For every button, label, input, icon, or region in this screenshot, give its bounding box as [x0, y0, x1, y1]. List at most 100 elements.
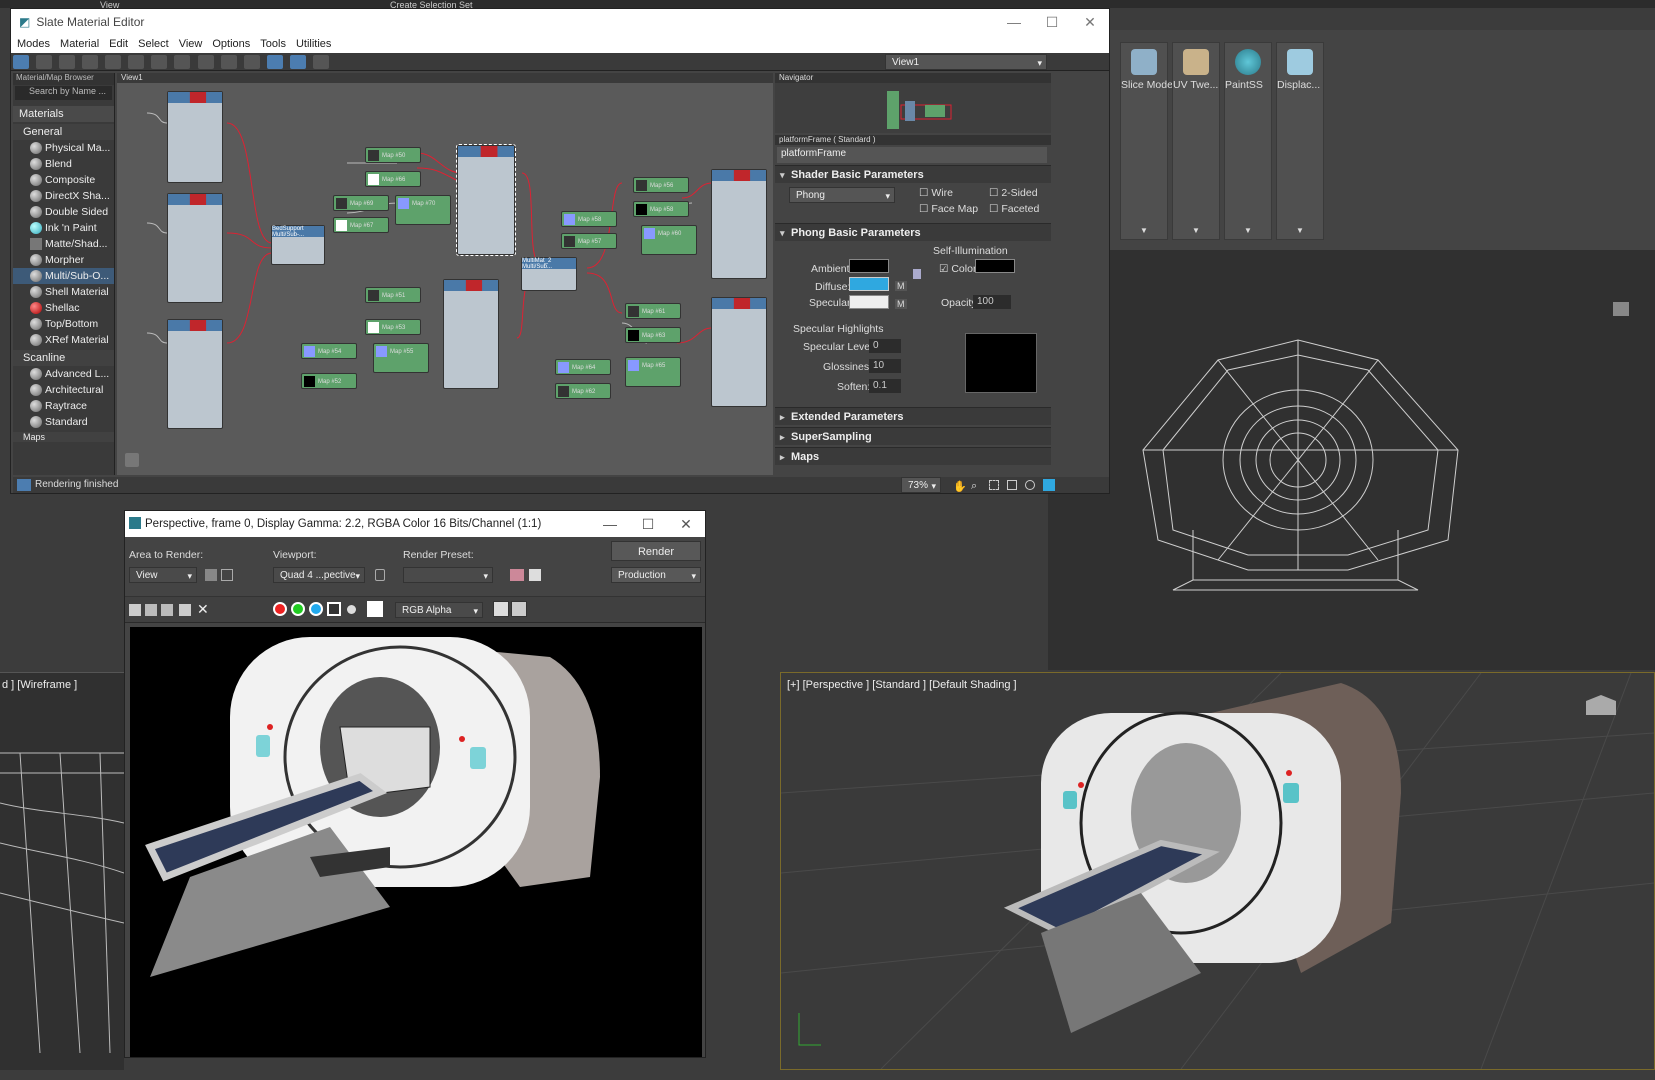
map-node[interactable]: Map #58 — [561, 211, 617, 227]
self-illum-color-checkbox[interactable]: ☑ Color — [939, 263, 976, 275]
multi-sub-node-bedsupport[interactable]: BedSupport Multi/Sub-... — [271, 225, 325, 265]
view-dropdown[interactable]: View1 — [885, 54, 1047, 71]
browser-item-multi-sub[interactable]: Multi/Sub-O... — [13, 268, 114, 284]
area-to-render-dropdown[interactable]: View — [129, 567, 197, 584]
material-node-selected[interactable] — [456, 144, 516, 256]
swatch-icon[interactable] — [367, 601, 383, 617]
blue-channel-toggle[interactable] — [309, 602, 323, 616]
menu-tools[interactable]: Tools — [260, 38, 286, 50]
map-node[interactable]: Map #51 — [365, 287, 421, 303]
map-node[interactable]: Map #57 — [561, 233, 617, 249]
zoom-region-icon[interactable] — [989, 480, 999, 490]
self-illum-color-swatch[interactable] — [975, 259, 1015, 273]
browser-item-standard[interactable]: Standard — [13, 414, 114, 430]
minimize-icon[interactable]: — — [591, 511, 629, 537]
glossiness-spinner[interactable]: 10 — [869, 359, 901, 373]
diffuse-map-button[interactable]: M — [895, 281, 907, 291]
menu-select[interactable]: Select — [138, 38, 169, 50]
map-node[interactable]: Map #61 — [625, 303, 681, 319]
browser-item-advanced[interactable]: Advanced L... — [13, 366, 114, 382]
map-node[interactable]: Map #65 — [625, 357, 681, 387]
displace-button[interactable]: Displac... ▼ — [1276, 42, 1324, 240]
browser-item-raytrace[interactable]: Raytrace — [13, 398, 114, 414]
maximize-icon[interactable]: ☐ — [629, 511, 667, 537]
browser-item-composite[interactable]: Composite — [13, 172, 114, 188]
auto-region-icon[interactable] — [221, 569, 233, 581]
menu-view[interactable]: View — [179, 38, 203, 50]
map-node[interactable]: Map #69 — [333, 195, 389, 211]
monochrome-icon[interactable] — [347, 605, 356, 614]
browser-item-matte[interactable]: Matte/Shad... — [13, 236, 114, 252]
production-dropdown[interactable]: Production — [611, 567, 701, 584]
map-node[interactable]: Map #53 — [365, 319, 421, 335]
map-node[interactable]: Map #66 — [365, 171, 421, 187]
material-name-field[interactable]: platformFrame — [777, 147, 1047, 163]
map-node[interactable]: Map #52 — [301, 373, 357, 389]
close-icon[interactable]: ✕ — [667, 511, 705, 537]
multi-sub-node-multimat[interactable]: MultiMat_2 Multi/Sub... — [521, 257, 577, 291]
layout-children-icon[interactable] — [243, 55, 260, 69]
menu-utilities[interactable]: Utilities — [296, 38, 331, 50]
supersampling-rollout[interactable]: SuperSampling — [775, 427, 1051, 446]
browser-item-shellac[interactable]: Shellac — [13, 300, 114, 316]
clone-icon[interactable] — [161, 604, 173, 616]
material-node[interactable] — [711, 169, 767, 279]
move-children-icon[interactable] — [128, 55, 145, 69]
uv-tweak-button[interactable]: UV Twe... ▼ — [1172, 42, 1220, 240]
parameter-wiring-icon[interactable] — [312, 55, 329, 69]
face-map-checkbox[interactable]: ☐ Face Map — [919, 203, 978, 215]
scanline-subsection[interactable]: Scanline — [13, 350, 114, 366]
save-icon[interactable] — [129, 604, 141, 616]
diffuse-color-swatch[interactable] — [849, 277, 889, 291]
material-parameter-editor-icon[interactable] — [266, 55, 283, 69]
channel-dropdown[interactable]: RGB Alpha — [395, 602, 483, 619]
browser-item-architectural[interactable]: Architectural — [13, 382, 114, 398]
map-node[interactable]: Map #54 — [301, 343, 357, 359]
map-node[interactable]: Map #67 — [333, 217, 389, 233]
material-node[interactable] — [443, 279, 499, 389]
zoom-extents-icon[interactable] — [1007, 480, 1017, 490]
menu-edit[interactable]: Edit — [109, 38, 128, 50]
pick-material-icon[interactable] — [36, 55, 53, 69]
ui-overlay-icon[interactable] — [511, 601, 527, 617]
browser-item-shell[interactable]: Shell Material — [13, 284, 114, 300]
general-subsection[interactable]: General — [13, 124, 114, 140]
browser-item-top-bottom[interactable]: Top/Bottom — [13, 316, 114, 332]
maximize-icon[interactable]: ☐ — [1033, 9, 1071, 35]
two-sided-checkbox[interactable]: ☐ 2-Sided — [989, 187, 1038, 199]
map-node[interactable]: Map #55 — [373, 343, 429, 373]
alpha-channel-toggle[interactable] — [327, 602, 341, 616]
paint-ss-button[interactable]: PaintSS ▼ — [1224, 42, 1272, 240]
render-button[interactable]: Render — [611, 541, 701, 561]
assign-material-icon[interactable] — [82, 55, 99, 69]
materials-section[interactable]: Materials — [13, 106, 114, 122]
maps-section[interactable]: Maps — [13, 432, 114, 442]
pan-to-selected-icon[interactable] — [1043, 479, 1055, 491]
browser-item-morpher[interactable]: Morpher — [13, 252, 114, 268]
clear-icon[interactable]: ✕ — [197, 601, 209, 618]
show-background-icon[interactable] — [197, 55, 214, 69]
pan-hand-icon[interactable] — [125, 453, 139, 467]
map-node[interactable]: Map #62 — [555, 383, 611, 399]
toggle-ui-icon[interactable] — [493, 601, 509, 617]
browser-search-input[interactable]: Search by Name ... — [15, 86, 112, 100]
browser-item-xref[interactable]: XRef Material — [13, 332, 114, 348]
zoom-icon[interactable]: ⌕ — [971, 478, 977, 494]
spec-level-spinner[interactable]: 0 — [869, 339, 901, 353]
browser-item-double-sided[interactable]: Double Sided — [13, 204, 114, 220]
render-preset-dropdown[interactable] — [403, 567, 493, 584]
viewport-dropdown[interactable]: Quad 4 ...pective — [273, 567, 365, 584]
delete-icon[interactable] — [105, 55, 122, 69]
material-map-browser-icon[interactable] — [289, 55, 306, 69]
red-channel-toggle[interactable] — [273, 602, 287, 616]
put-material-icon[interactable] — [59, 55, 76, 69]
minimize-icon[interactable]: — — [995, 9, 1033, 35]
opacity-spinner[interactable]: 100 — [973, 295, 1011, 309]
zoom-dropdown[interactable]: 73% — [901, 477, 941, 494]
maps-rollout[interactable]: Maps — [775, 447, 1051, 466]
shader-dropdown[interactable]: Phong — [789, 187, 895, 204]
ambient-color-swatch[interactable] — [849, 259, 889, 273]
phong-basic-rollout[interactable]: Phong Basic Parameters — [775, 223, 1051, 242]
view-tab[interactable]: View1 — [117, 73, 773, 83]
specular-map-button[interactable]: M — [895, 299, 907, 309]
